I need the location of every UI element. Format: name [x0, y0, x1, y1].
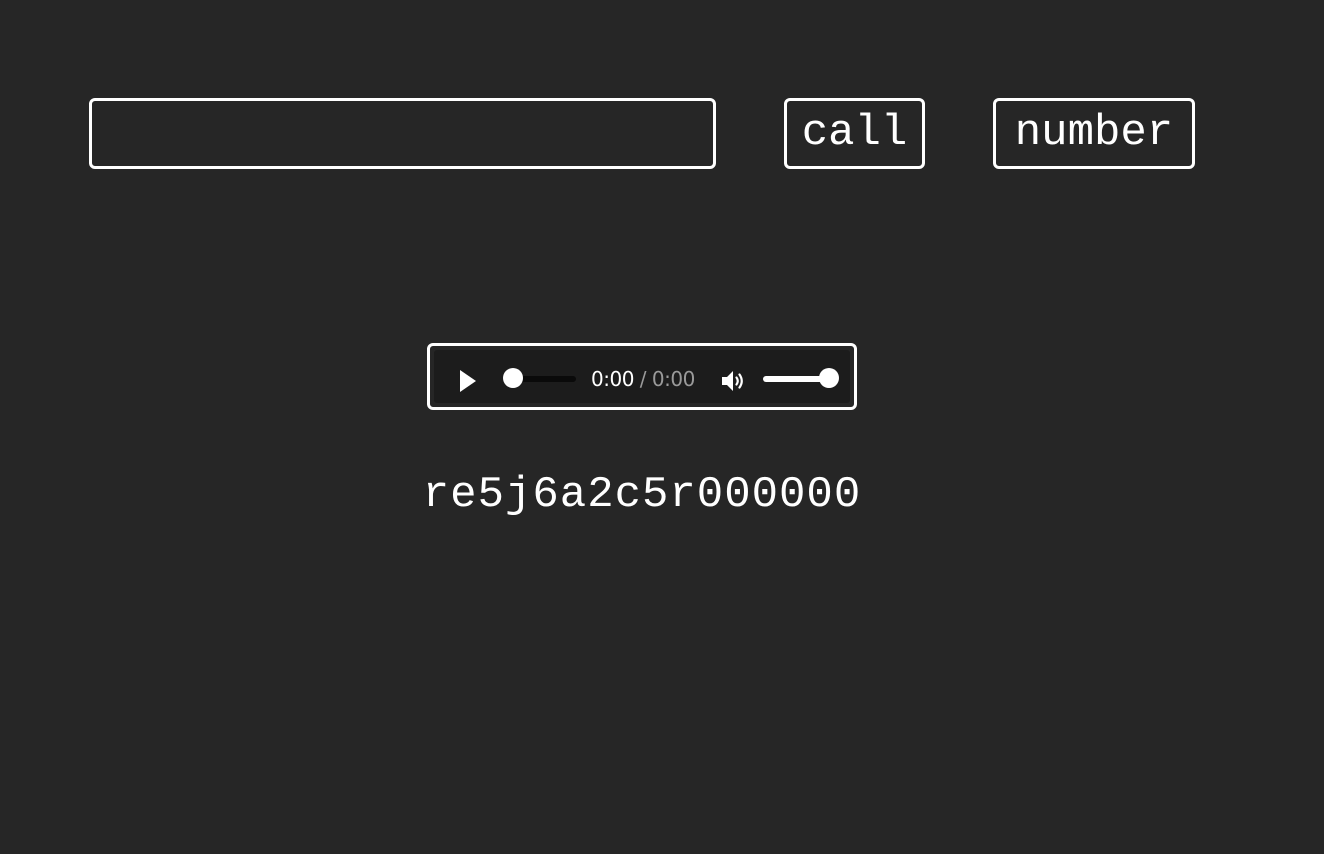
volume-icon — [722, 371, 743, 391]
mute-button[interactable] — [719, 367, 747, 395]
number-button[interactable]: number — [993, 98, 1195, 169]
page: call number 0:00 / 0:00 re5j6a2c5r000000 — [0, 0, 1324, 854]
seek-slider-thumb[interactable] — [503, 368, 523, 388]
total-time: 0:00 — [651, 367, 695, 391]
time-display: 0:00 / 0:00 — [591, 366, 695, 392]
current-time: 0:00 — [591, 367, 634, 391]
output-text: re5j6a2c5r000000 — [422, 470, 862, 520]
audio-player: 0:00 / 0:00 — [427, 343, 857, 410]
call-button[interactable]: call — [784, 98, 925, 169]
play-icon — [460, 370, 476, 392]
audio-controls: 0:00 / 0:00 — [434, 350, 850, 403]
volume-slider-thumb[interactable] — [819, 368, 839, 388]
play-button[interactable] — [454, 367, 482, 395]
time-separator: / — [639, 367, 647, 391]
text-input[interactable] — [89, 98, 716, 169]
